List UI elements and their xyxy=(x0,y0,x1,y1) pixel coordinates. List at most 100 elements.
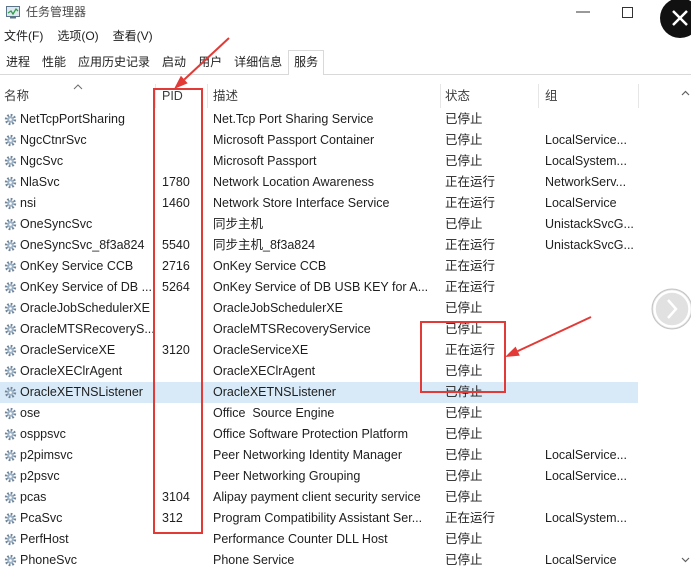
table-row[interactable]: pcas 3104 Alipay payment client security s… xyxy=(0,487,638,508)
service-group: LocalService xyxy=(545,553,617,567)
service-pid: 2716 xyxy=(162,259,190,273)
service-group xyxy=(545,382,638,403)
column-divider[interactable] xyxy=(440,84,441,108)
service-description: Office Software Protection Platform xyxy=(213,427,408,441)
service-group xyxy=(545,319,638,340)
service-status: 已停止 xyxy=(445,385,483,399)
service-name: p2pimsvc xyxy=(20,448,73,462)
service-group: NetworkServ... xyxy=(545,175,627,189)
scroll-up-icon[interactable] xyxy=(681,90,690,96)
window-title: 任务管理器 xyxy=(26,5,87,19)
service-pid xyxy=(162,130,204,151)
service-name: pcas xyxy=(20,490,47,504)
table-row[interactable]: osppsvc Office Software Protection Platfo… xyxy=(0,424,638,445)
service-pid: 1780 xyxy=(162,175,190,189)
table-row[interactable]: NgcCtnrSvc Microsoft Passport Container 已停… xyxy=(0,130,638,151)
service-icon xyxy=(4,323,17,336)
service-icon xyxy=(4,554,17,567)
tab-users[interactable]: 用户 xyxy=(192,50,228,74)
tab-processes[interactable]: 进程 xyxy=(0,50,36,74)
service-name: PcaSvc xyxy=(20,511,63,525)
tab-startup[interactable]: 启动 xyxy=(156,50,192,74)
title-bar[interactable]: 任务管理器 xyxy=(0,0,691,26)
sort-ascending-icon xyxy=(73,84,83,90)
table-row[interactable]: ose Office Source Engine 已停止 xyxy=(0,403,638,424)
column-header-group[interactable]: 组 xyxy=(545,84,558,108)
table-row[interactable]: p2pimsvc Peer Networking Identity Manager… xyxy=(0,445,638,466)
column-header-row: 名称 PID 描述 状态 组 xyxy=(0,84,680,108)
service-pid xyxy=(162,151,204,172)
service-icon xyxy=(4,113,17,126)
service-status: 已停止 xyxy=(445,448,483,462)
table-row[interactable]: OneSyncSvc 同步主机 已停止 UnistackSvcG... xyxy=(0,214,638,235)
service-icon xyxy=(4,386,17,399)
service-name: nsi xyxy=(20,196,36,210)
table-row[interactable]: OneSyncSvc_8f3a824 5540 同步主机_8f3a824 正在运行 Un… xyxy=(0,235,638,256)
table-row[interactable]: NlaSvc 1780 Network Location Awareness 正在运行… xyxy=(0,172,638,193)
close-icon[interactable] xyxy=(656,0,691,38)
service-group: LocalSystem... xyxy=(545,154,627,168)
service-icon xyxy=(4,134,17,147)
service-name: PhoneSvc xyxy=(20,553,77,567)
menu-options[interactable]: 选项(O) xyxy=(53,27,102,46)
table-row[interactable]: NetTcpPortSharing Net.Tcp Port Sharing Se… xyxy=(0,109,638,130)
column-header-pid[interactable]: PID xyxy=(162,84,183,108)
column-divider[interactable] xyxy=(155,84,156,108)
service-pid: 5264 xyxy=(162,280,190,294)
table-row[interactable]: OracleXETNSListener OracleXETNSListener 已停… xyxy=(0,382,638,403)
service-status: 正在运行 xyxy=(445,343,496,357)
services-table: NetTcpPortSharing Net.Tcp Port Sharing Se… xyxy=(0,109,680,567)
table-row[interactable]: NgcSvc Microsoft Passport 已停止 LocalSystem..… xyxy=(0,151,638,172)
service-pid xyxy=(162,529,204,550)
service-pid xyxy=(162,298,204,319)
service-pid: 3104 xyxy=(162,490,190,504)
service-description: Microsoft Passport Container xyxy=(213,133,375,147)
table-row[interactable]: p2psvc Peer Networking Grouping 已停止 LocalSe… xyxy=(0,466,638,487)
menu-file[interactable]: 文件(F) xyxy=(0,27,47,46)
service-icon xyxy=(4,260,17,273)
column-divider[interactable] xyxy=(638,84,639,108)
column-header-name[interactable]: 名称 xyxy=(4,84,29,108)
service-pid xyxy=(162,361,204,382)
minimize-icon[interactable] xyxy=(571,3,595,21)
table-row[interactable]: PerfHost Performance Counter DLL Host 已停止 xyxy=(0,529,638,550)
table-row[interactable]: OnKey Service of DB ... 5264 OnKey Service… xyxy=(0,277,638,298)
service-status: 已停止 xyxy=(445,427,483,441)
table-row[interactable]: OracleServiceXE 3120 OracleServiceXE 正在运行 xyxy=(0,340,638,361)
service-name: NgcSvc xyxy=(20,154,64,168)
column-divider[interactable] xyxy=(207,84,208,108)
service-icon xyxy=(4,428,17,441)
scroll-down-icon[interactable] xyxy=(681,557,690,563)
service-pid xyxy=(162,214,204,235)
service-description: Program Compatibility Assistant Ser... xyxy=(213,511,423,525)
service-description: Network Store Interface Service xyxy=(213,196,390,210)
column-header-description[interactable]: 描述 xyxy=(213,84,238,108)
table-row[interactable]: nsi 1460 Network Store Interface Service 正在… xyxy=(0,193,638,214)
menu-view[interactable]: 查看(V) xyxy=(109,27,157,46)
table-row[interactable]: PcaSvc 312 Program Compatibility Assistant… xyxy=(0,508,638,529)
service-description: Microsoft Passport xyxy=(213,154,317,168)
service-description: Office Source Engine xyxy=(213,406,335,420)
column-divider[interactable] xyxy=(538,84,539,108)
service-pid: 312 xyxy=(162,511,183,525)
service-group xyxy=(545,256,638,277)
column-header-status[interactable]: 状态 xyxy=(445,84,470,108)
service-name: osppsvc xyxy=(20,427,66,441)
service-group xyxy=(545,277,638,298)
chevron-right-icon[interactable] xyxy=(649,286,691,332)
service-description: 同步主机_8f3a824 xyxy=(213,238,316,252)
table-row[interactable]: OracleMTSRecoveryS... OracleMTSRecoverySe… xyxy=(0,319,638,340)
tab-app-history[interactable]: 应用历史记录 xyxy=(72,50,156,74)
service-pid xyxy=(162,382,204,403)
tab-performance[interactable]: 性能 xyxy=(36,50,72,74)
service-status: 已停止 xyxy=(445,532,483,546)
table-row[interactable]: OracleXEClrAgent OracleXEClrAgent 已停止 xyxy=(0,361,638,382)
table-row[interactable]: PhoneSvc Phone Service 已停止 LocalService xyxy=(0,550,638,567)
tab-details[interactable]: 详细信息 xyxy=(228,50,288,74)
table-row[interactable]: OnKey Service CCB 2716 OnKey Service CCB 正在… xyxy=(0,256,638,277)
service-description: Peer Networking Grouping xyxy=(213,469,361,483)
tab-services[interactable]: 服务 xyxy=(288,50,325,75)
table-row[interactable]: OracleJobSchedulerXE OracleJobSchedulerXE… xyxy=(0,298,638,319)
maximize-icon[interactable] xyxy=(615,3,639,21)
service-group xyxy=(545,361,638,382)
